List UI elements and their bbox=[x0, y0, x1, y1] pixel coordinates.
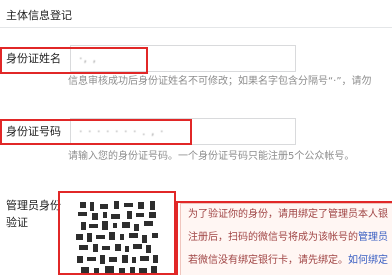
id-number-tip: 请输入您的身份证号码。一个身份证号码只能注册5个公众帐号。 bbox=[68, 151, 355, 162]
notice-line-2-text: 注册后，扫码的微信号将成为该帐号的 bbox=[188, 232, 358, 243]
admin-verify-label-line1: 管理员身份 bbox=[6, 199, 61, 212]
admin-link[interactable]: 管理员 bbox=[358, 232, 388, 243]
id-name-input[interactable]: ·, , bbox=[70, 45, 296, 72]
how-to-bind-link[interactable]: 如何绑定 bbox=[348, 255, 388, 266]
notice-line-3-text: 若微信没有绑定银行卡，请先绑定。 bbox=[188, 255, 348, 266]
id-name-tip: 信息审核成功后身份证姓名不可修改；如果名字包含分隔号“·”，请勿 bbox=[68, 76, 372, 87]
registration-page: 主体信息登记 身份证姓名 ·, , 信息审核成功后身份证姓名不可修改；如果名字包… bbox=[0, 0, 392, 275]
id-number-value: · · · · · · · . , · bbox=[79, 125, 165, 138]
admin-verify-label-line2: 验证 bbox=[6, 216, 28, 229]
id-name-value: ·, , bbox=[79, 52, 97, 65]
notice-line-3: 若微信没有绑定银行卡，请先绑定。如何绑定 bbox=[188, 254, 388, 268]
qr-code-graphic bbox=[72, 198, 164, 275]
scan-notice-panel: 为了验证你的身份，请用绑定了管理员本人银 注册后，扫码的微信号将成为该帐号的管理… bbox=[180, 203, 392, 275]
section-title: 主体信息登记 bbox=[6, 9, 72, 22]
id-number-label: 身份证号码 bbox=[6, 125, 61, 138]
qr-code-icon[interactable] bbox=[72, 198, 164, 275]
notice-line-2: 注册后，扫码的微信号将成为该帐号的管理员 bbox=[188, 231, 388, 245]
title-divider bbox=[0, 27, 392, 28]
notice-line-1: 为了验证你的身份，请用绑定了管理员本人银 bbox=[188, 209, 388, 220]
id-name-label: 身份证姓名 bbox=[6, 52, 61, 65]
id-number-input[interactable]: · · · · · · · . , · bbox=[70, 118, 296, 145]
